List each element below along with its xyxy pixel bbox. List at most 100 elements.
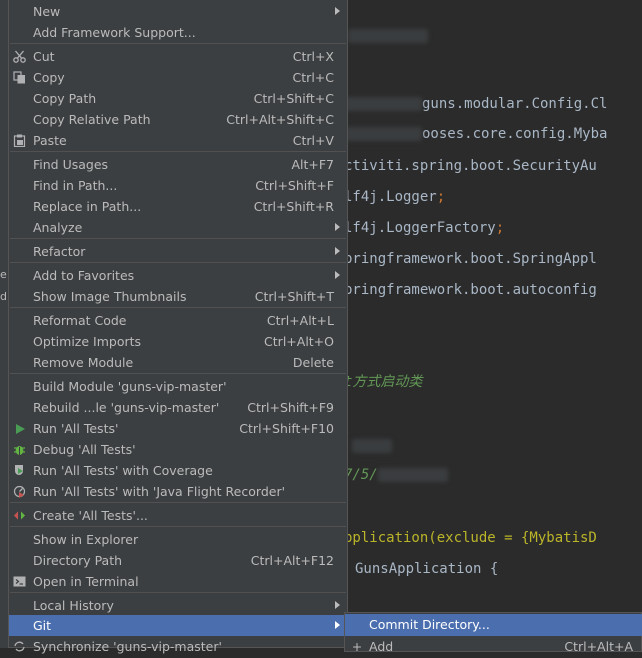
coverage-icon <box>12 463 27 478</box>
menu-item-optimize-imports[interactable]: Optimize Imports Ctrl+Alt+O <box>9 331 347 352</box>
menu-item-label: Rebuild ...le 'guns-vip-master' <box>33 400 220 415</box>
menu-item-shortcut: Ctrl+Alt+Shift+C <box>226 112 334 127</box>
menu-item-label: Reformat Code <box>33 313 127 328</box>
menu-item-label: Copy <box>33 70 65 85</box>
menu-item-show-image-thumbnails[interactable]: Show Image Thumbnails Ctrl+Shift+T <box>9 286 347 307</box>
git-menu-item-commit-directory[interactable]: Commit Directory... <box>345 614 642 636</box>
menu-item-shortcut: Ctrl+Shift+C <box>253 91 334 106</box>
menu-item-rebuild-le-guns-vip-master[interactable]: Rebuild ...le 'guns-vip-master' Ctrl+Shif… <box>9 397 347 418</box>
menu-item-label: Remove Module <box>33 355 134 370</box>
menu-item-remove-module[interactable]: Remove Module Delete <box>9 352 347 373</box>
menu-separator <box>10 373 346 374</box>
menu-item-shortcut: Ctrl+Shift+R <box>253 199 334 214</box>
menu-item-label: Copy Relative Path <box>33 112 151 127</box>
git-menu-item-label: Add <box>369 639 394 654</box>
git-submenu: Commit Directory... + Add Ctrl+Alt+A <box>344 612 642 654</box>
code-import-line: guns.modular.Config.Cl <box>344 94 607 114</box>
menu-item-label: Debug 'All Tests' <box>33 442 136 457</box>
menu-item-shortcut: Delete <box>292 355 334 370</box>
menu-separator <box>10 592 346 593</box>
menu-item-build-module-guns-vip-master[interactable]: Build Module 'guns-vip-master' <box>9 376 347 397</box>
git-menu-item-shortcut: Ctrl+Alt+A <box>564 639 633 654</box>
menu-item-run-all-tests-with-coverage[interactable]: Run 'All Tests' with Coverage <box>9 460 347 481</box>
copy-icon <box>12 70 27 85</box>
menu-item-find-in-path[interactable]: Find in Path... Ctrl+Shift+F <box>9 175 347 196</box>
project-panel-text: d <box>0 290 7 303</box>
create-config-icon <box>12 508 27 523</box>
menu-item-analyze[interactable]: Analyze <box>9 217 347 238</box>
sync-icon <box>12 639 27 654</box>
project-panel-edge: e d <box>0 0 8 648</box>
menu-item-new[interactable]: New <box>9 1 347 22</box>
menu-item-label: Add Framework Support... <box>33 25 196 40</box>
menu-item-shortcut: Ctrl+Shift+T <box>254 289 334 304</box>
menu-separator <box>10 262 346 263</box>
menu-item-create-all-tests[interactable]: Create 'All Tests'... <box>9 505 347 526</box>
git-menu-item-add[interactable]: + Add Ctrl+Alt+A <box>345 636 642 658</box>
project-panel-text: e <box>0 268 7 281</box>
menu-item-label: Directory Path <box>33 553 123 568</box>
scissors-icon <box>12 49 27 64</box>
menu-item-label: Run 'All Tests' <box>33 421 119 436</box>
menu-item-label: Show Image Thumbnails <box>33 289 187 304</box>
submenu-arrow-icon <box>335 271 340 279</box>
code-import-line: lf4j.LoggerFactory; <box>344 220 505 236</box>
menu-item-show-in-explorer[interactable]: Show in Explorer <box>9 529 347 550</box>
menu-item-shortcut: Ctrl+Alt+F12 <box>250 553 334 568</box>
menu-separator <box>10 526 346 527</box>
menu-item-label: Paste <box>33 133 67 148</box>
menu-item-label: Git <box>33 618 52 633</box>
submenu-arrow-icon <box>335 7 340 15</box>
menu-item-label: Show in Explorer <box>33 532 139 547</box>
menu-item-label: Run 'All Tests' with Coverage <box>33 463 213 478</box>
git-menu-item-label: Commit Directory... <box>369 617 490 632</box>
menu-item-shortcut: Ctrl+Shift+F10 <box>239 421 334 436</box>
menu-item-shortcut: Ctrl+C <box>292 70 334 85</box>
code-blurred-top <box>348 26 428 46</box>
menu-item-cut[interactable]: Cut Ctrl+X <box>9 46 347 67</box>
menu-item-git[interactable]: Git <box>9 615 347 636</box>
submenu-arrow-icon <box>335 621 340 629</box>
menu-item-label: Find in Path... <box>33 178 118 193</box>
menu-item-paste[interactable]: Paste Ctrl+V <box>9 130 347 151</box>
menu-item-label: Find Usages <box>33 157 109 172</box>
plus-icon: + <box>351 639 363 654</box>
menu-separator <box>10 238 346 239</box>
submenu-arrow-icon <box>335 223 340 231</box>
menu-item-local-history[interactable]: Local History <box>9 595 347 616</box>
menu-item-add-framework-support[interactable]: Add Framework Support... <box>9 22 347 43</box>
menu-separator <box>10 43 346 44</box>
menu-item-synchronize-guns-vip-master[interactable]: Synchronize 'guns-vip-master' <box>9 636 347 657</box>
menu-item-refactor[interactable]: Refactor <box>9 241 347 262</box>
menu-item-label: Run 'All Tests' with 'Java Flight Record… <box>33 484 286 499</box>
menu-item-find-usages[interactable]: Find Usages Alt+F7 <box>9 154 347 175</box>
menu-item-run-all-tests[interactable]: Run 'All Tests' Ctrl+Shift+F10 <box>9 418 347 439</box>
menu-item-reformat-code[interactable]: Reformat Code Ctrl+Alt+L <box>9 310 347 331</box>
code-comment-date: 7/5/ <box>344 465 448 485</box>
menu-item-shortcut: Ctrl+Alt+O <box>264 334 334 349</box>
menu-item-copy-relative-path[interactable]: Copy Relative Path Ctrl+Alt+Shift+C <box>9 109 347 130</box>
submenu-arrow-icon <box>335 247 340 255</box>
menu-item-label: Synchronize 'guns-vip-master' <box>33 639 222 654</box>
menu-item-open-in-terminal[interactable]: Open in Terminal <box>9 571 347 592</box>
menu-item-label: Refactor <box>33 244 86 259</box>
menu-item-shortcut: Ctrl+Alt+L <box>266 313 334 328</box>
terminal-icon <box>12 574 27 589</box>
code-import-line: lf4j.Logger; <box>344 189 446 205</box>
menu-item-replace-in-path[interactable]: Replace in Path... Ctrl+Shift+R <box>9 196 347 217</box>
run-icon <box>12 421 27 436</box>
menu-item-debug-all-tests[interactable]: Debug 'All Tests' <box>9 439 347 460</box>
menu-item-shortcut: Ctrl+X <box>292 49 334 64</box>
submenu-arrow-icon <box>335 601 340 609</box>
menu-item-add-to-favorites[interactable]: Add to Favorites <box>9 265 347 286</box>
code-import-line: ctiviti.spring.boot.SecurityAu <box>344 158 597 174</box>
context-menu: New Add Framework Support... Cut Ctrl+X Copy… <box>8 0 348 654</box>
menu-item-directory-path[interactable]: Directory Path Ctrl+Alt+F12 <box>9 550 347 571</box>
menu-item-copy-path[interactable]: Copy Path Ctrl+Shift+C <box>9 88 347 109</box>
clipboard-icon <box>12 133 27 148</box>
menu-item-label: Build Module 'guns-vip-master' <box>33 379 227 394</box>
menu-item-run-all-tests-with-java-flight-recorder[interactable]: Run 'All Tests' with 'Java Flight Record… <box>9 481 347 502</box>
menu-item-label: Local History <box>33 598 114 613</box>
menu-item-copy[interactable]: Copy Ctrl+C <box>9 67 347 88</box>
menu-item-label: Replace in Path... <box>33 199 142 214</box>
